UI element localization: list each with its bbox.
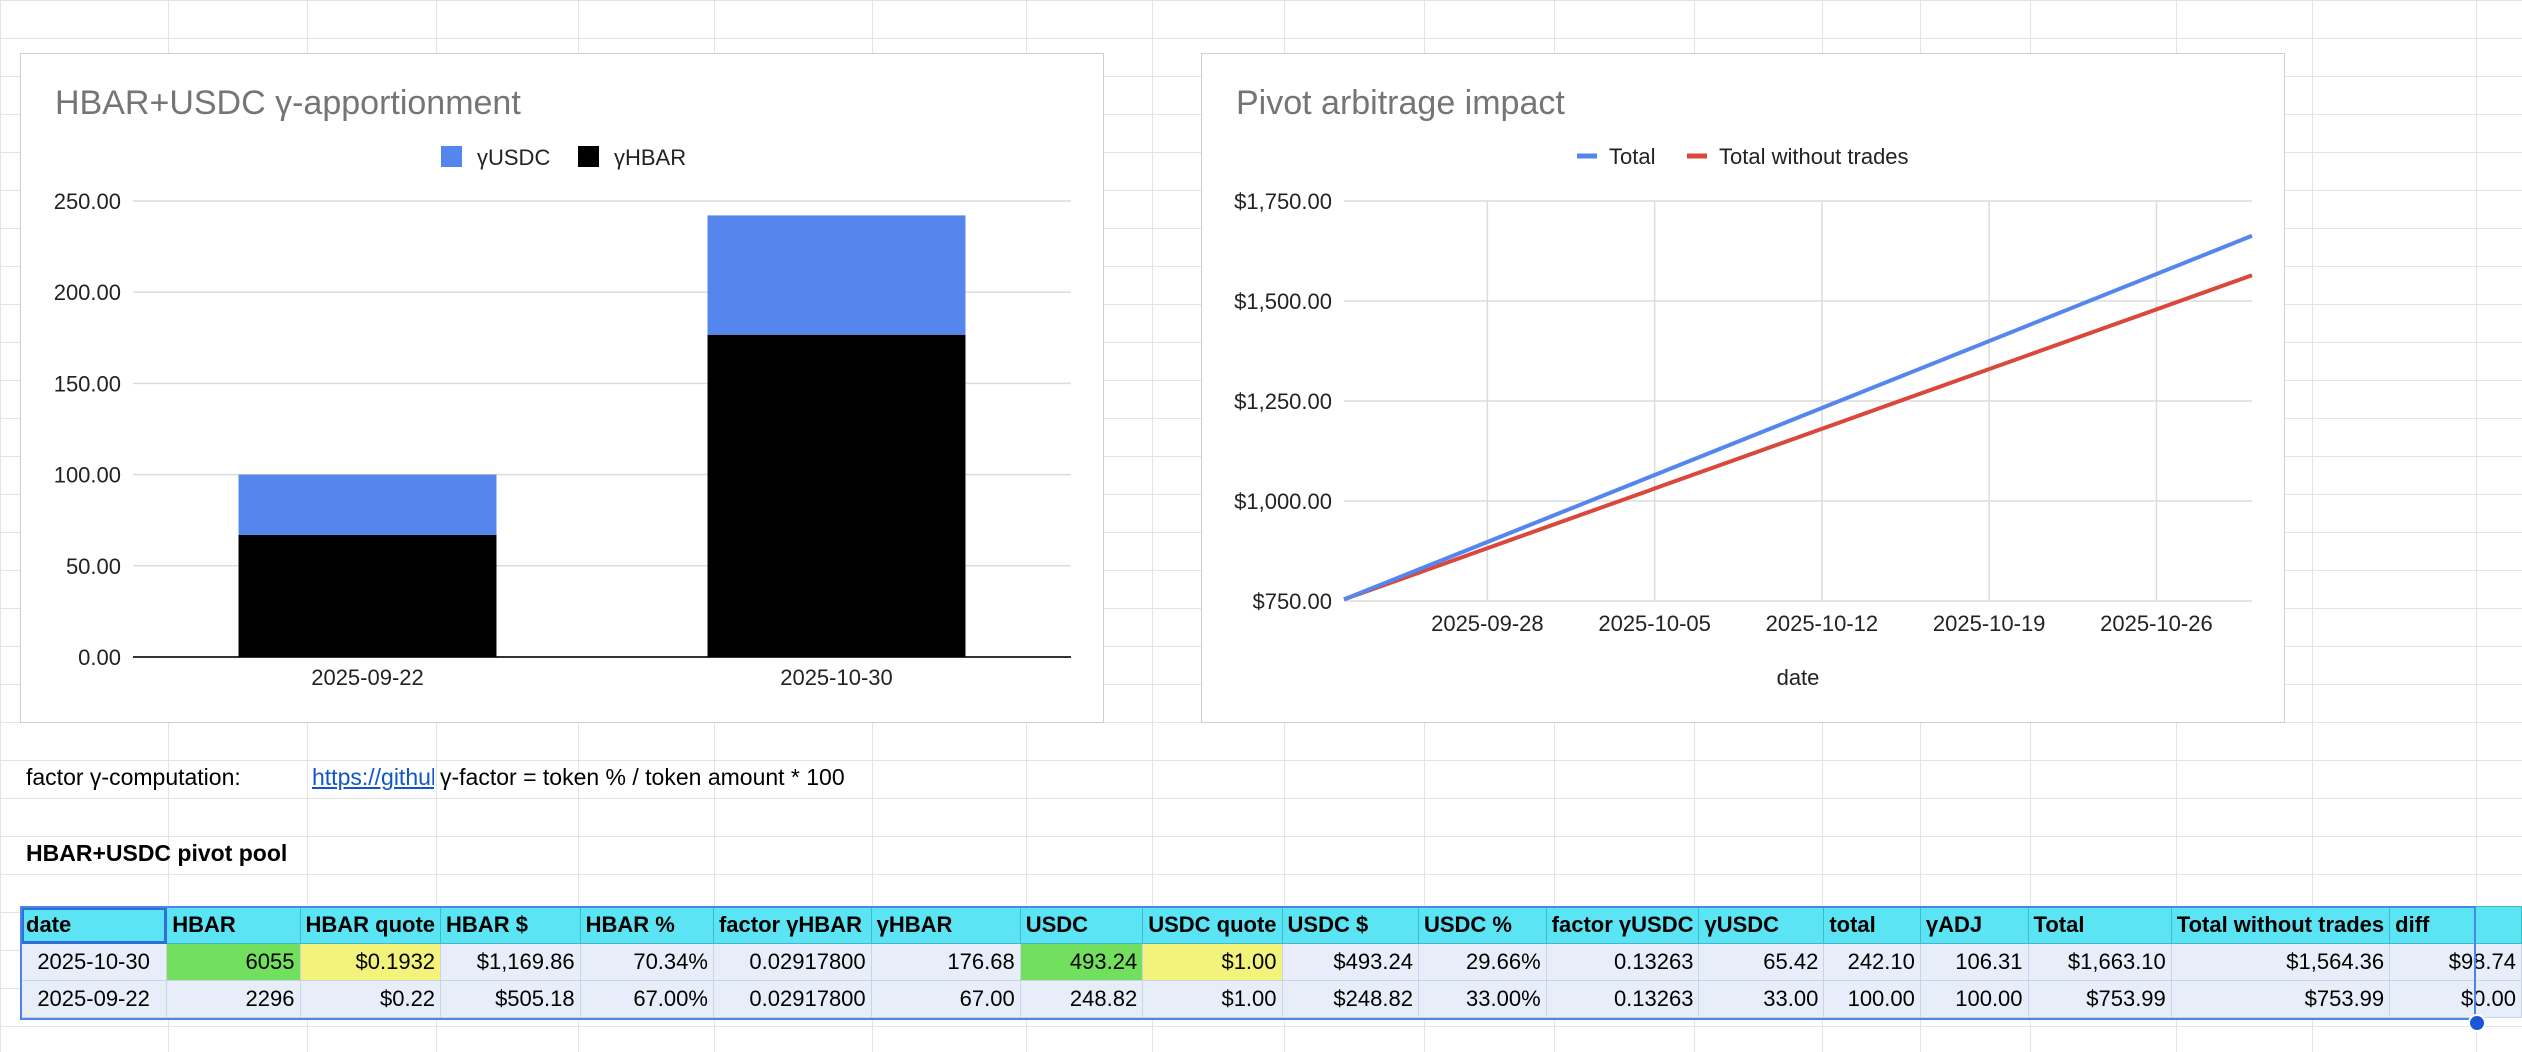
x-axis-title: date bbox=[1777, 665, 1820, 690]
x-tick-label: 2025-10-12 bbox=[1766, 611, 1879, 636]
y-tick-label: 50.00 bbox=[66, 554, 121, 579]
table-cell[interactable]: $0.22 bbox=[299, 980, 442, 1018]
bar-hbar bbox=[238, 534, 497, 657]
table-row: 2025-09-22 2296 $0.22 $505.18 67.00% 0.029178… bbox=[19, 980, 2522, 1018]
arbitrage-chart[interactable]: Pivot arbitrage impact $750.00 $1,000.00 $… bbox=[1201, 53, 2285, 723]
legend-label: γUSDC bbox=[477, 145, 550, 170]
header-cell[interactable]: Total without trades bbox=[2170, 906, 2391, 944]
header-cell[interactable]: factor γHBAR bbox=[712, 906, 872, 944]
table-row: 2025-10-30 6055 $0.1932 $1,169.86 70.34% 0.02… bbox=[19, 943, 2522, 981]
header-cell[interactable]: γUSDC bbox=[1698, 906, 1825, 944]
table-cell[interactable]: 248.82 bbox=[1019, 980, 1144, 1018]
arbitrage-chart-svg: $750.00 $1,000.00 $1,250.00 $1,500.00 $1,750… bbox=[1234, 144, 2253, 690]
table-cell[interactable]: 2025-09-22 bbox=[19, 980, 168, 1018]
table-cell[interactable]: $1.00 bbox=[1142, 943, 1283, 981]
header-cell[interactable]: factor γUSDC bbox=[1545, 906, 1700, 944]
header-cell[interactable]: γADJ bbox=[1919, 906, 2029, 944]
series-line-total bbox=[1343, 233, 2253, 602]
table-cell[interactable]: 70.34% bbox=[579, 943, 714, 981]
table-cell[interactable]: 33.00% bbox=[1417, 980, 1547, 1018]
x-tick-label: 2025-09-28 bbox=[1431, 611, 1544, 636]
table-cell[interactable]: 242.10 bbox=[1823, 943, 1921, 981]
header-cell[interactable]: total bbox=[1823, 906, 1921, 944]
header-cell[interactable]: USDC bbox=[1019, 906, 1144, 944]
x-tick-label: 2025-10-30 bbox=[780, 665, 893, 690]
table-cell[interactable]: $1.00 bbox=[1142, 980, 1283, 1018]
y-tick-label: $1,750.00 bbox=[1234, 189, 1332, 214]
table-cell[interactable]: 67.00 bbox=[870, 980, 1021, 1018]
bar-usdc bbox=[707, 215, 966, 335]
legend-label: Total without trades bbox=[1719, 144, 1909, 169]
factor-link[interactable]: https://github bbox=[312, 764, 434, 791]
apportionment-chart-svg: 0.00 50.00 100.00 150.00 200.00 250.00 γUSDC γH… bbox=[54, 145, 1071, 690]
table-cell[interactable]: $98.74 bbox=[2389, 943, 2522, 981]
table-cell[interactable]: 0.13263 bbox=[1545, 980, 1700, 1018]
table-cell[interactable]: $1,663.10 bbox=[2027, 943, 2172, 981]
header-cell[interactable]: diff bbox=[2389, 906, 2522, 944]
y-tick-label: 100.00 bbox=[54, 463, 121, 488]
table-cell[interactable]: 106.31 bbox=[1919, 943, 2029, 981]
table-cell[interactable]: 100.00 bbox=[1823, 980, 1921, 1018]
table-cell[interactable]: 65.42 bbox=[1698, 943, 1825, 981]
apportionment-chart[interactable]: HBAR+USDC γ-apportionment 0.00 50.00 100.0… bbox=[20, 53, 1104, 723]
table-cell[interactable]: 2025-10-30 bbox=[19, 943, 168, 981]
table-cell[interactable]: 2296 bbox=[166, 980, 301, 1018]
table-cell[interactable]: 176.68 bbox=[870, 943, 1021, 981]
legend-swatch bbox=[441, 146, 462, 167]
table-cell[interactable]: $753.99 bbox=[2027, 980, 2172, 1018]
y-tick-label: $750.00 bbox=[1252, 589, 1332, 614]
pool-title: HBAR+USDC pivot pool bbox=[26, 840, 288, 866]
y-tick-label: 200.00 bbox=[54, 280, 121, 305]
selection-fill-handle[interactable] bbox=[2468, 1014, 2486, 1032]
y-tick-label: 0.00 bbox=[78, 645, 121, 670]
legend-label: γHBAR bbox=[614, 145, 686, 170]
header-cell[interactable]: HBAR % bbox=[579, 906, 714, 944]
table-cell[interactable]: $0.1932 bbox=[299, 943, 442, 981]
table-cell[interactable]: $0.00 bbox=[2389, 980, 2522, 1018]
header-cell[interactable]: USDC quote bbox=[1142, 906, 1283, 944]
table-header-row: date HBAR HBAR quote HBAR $ HBAR % factor γHB… bbox=[19, 906, 2522, 944]
legend-swatch bbox=[578, 146, 599, 167]
table-cell[interactable]: 100.00 bbox=[1919, 980, 2029, 1018]
table-cell[interactable]: 29.66% bbox=[1417, 943, 1547, 981]
table-cell[interactable]: $753.99 bbox=[2170, 980, 2391, 1018]
table-cell[interactable]: 493.24 bbox=[1019, 943, 1144, 981]
table-cell[interactable]: $505.18 bbox=[440, 980, 581, 1018]
table-cell[interactable]: $1,564.36 bbox=[2170, 943, 2391, 981]
factor-label: factor γ-computation: bbox=[26, 764, 241, 790]
bar-hbar bbox=[707, 334, 966, 657]
header-cell[interactable]: date bbox=[19, 906, 168, 944]
table-cell[interactable]: 6055 bbox=[166, 943, 301, 981]
series-line-total-without-trades bbox=[1343, 273, 2253, 602]
table-cell[interactable]: 33.00 bbox=[1698, 980, 1825, 1018]
header-cell[interactable]: HBAR quote bbox=[299, 906, 442, 944]
bar-usdc bbox=[238, 474, 497, 535]
table-cell[interactable]: $493.24 bbox=[1281, 943, 1419, 981]
y-tick-label: 150.00 bbox=[54, 371, 121, 396]
table-cell[interactable]: 0.02917800 bbox=[712, 943, 872, 981]
legend-label: Total bbox=[1609, 144, 1655, 169]
table-cell[interactable]: $248.82 bbox=[1281, 980, 1419, 1018]
table-cell[interactable]: 0.13263 bbox=[1545, 943, 1700, 981]
table-cell[interactable]: $1,169.86 bbox=[440, 943, 581, 981]
x-tick-label: 2025-10-26 bbox=[2100, 611, 2213, 636]
x-tick-label: 2025-09-22 bbox=[311, 665, 424, 690]
x-tick-label: 2025-10-05 bbox=[1598, 611, 1711, 636]
factor-formula: γ-factor = token % / token amount * 100 bbox=[440, 764, 845, 790]
y-tick-label: $1,500.00 bbox=[1234, 289, 1332, 314]
header-cell[interactable]: Total bbox=[2027, 906, 2172, 944]
y-tick-label: $1,000.00 bbox=[1234, 489, 1332, 514]
header-cell[interactable]: USDC $ bbox=[1281, 906, 1419, 944]
header-cell[interactable]: γHBAR bbox=[870, 906, 1021, 944]
pivot-pool-table: date HBAR HBAR quote HBAR $ HBAR % factor γHB… bbox=[19, 906, 2522, 1018]
y-tick-label: 250.00 bbox=[54, 189, 121, 214]
y-tick-label: $1,250.00 bbox=[1234, 389, 1332, 414]
header-cell[interactable]: HBAR $ bbox=[440, 906, 581, 944]
header-cell[interactable]: HBAR bbox=[166, 906, 301, 944]
table-cell[interactable]: 67.00% bbox=[579, 980, 714, 1018]
x-tick-label: 2025-10-19 bbox=[1933, 611, 2046, 636]
header-cell[interactable]: USDC % bbox=[1417, 906, 1547, 944]
table-cell[interactable]: 0.02917800 bbox=[712, 980, 872, 1018]
